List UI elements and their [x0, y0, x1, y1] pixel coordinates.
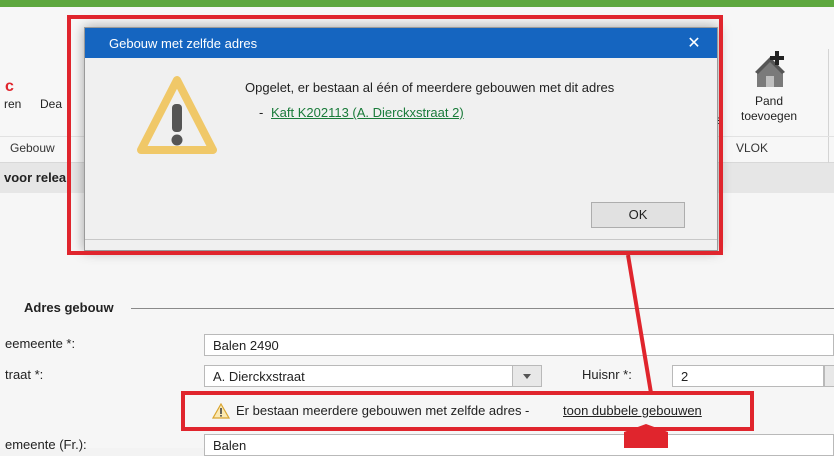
highlight-box-dialog	[67, 15, 723, 255]
